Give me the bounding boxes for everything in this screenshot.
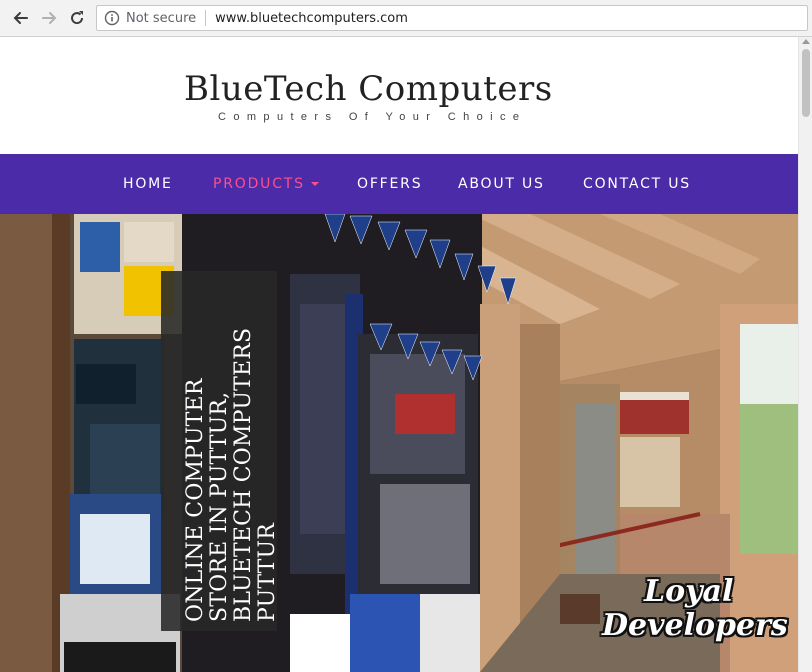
reload-button[interactable] <box>66 7 88 29</box>
menu-item-label: PRODUCTS <box>213 176 305 192</box>
site-tagline: Computers Of Your Choice <box>218 111 527 123</box>
menu-item-home[interactable]: HOME <box>123 154 173 214</box>
reload-icon <box>71 11 84 25</box>
hero-slider: ONLINE COMPUTER STORE IN PUTTUR, BLUETEC… <box>0 214 798 672</box>
site-title[interactable]: BlueTech Computers <box>184 69 553 109</box>
watermark-line-1: Loyal <box>644 574 734 609</box>
main-menu: HOME PRODUCTS OFFERS ABOUT US CONTACT US <box>0 154 798 214</box>
hero-heading: ONLINE COMPUTER STORE IN PUTTUR, BLUETEC… <box>183 327 280 622</box>
scrollbar-thumb[interactable] <box>802 49 810 117</box>
menu-item-offers[interactable]: OFFERS <box>357 154 422 214</box>
security-label: Not secure <box>126 10 197 26</box>
page-scrollbar[interactable] <box>798 37 812 672</box>
site-header: BlueTech Computers Computers Of Your Cho… <box>0 37 798 154</box>
info-icon[interactable] <box>104 10 120 26</box>
forward-button[interactable] <box>38 7 60 29</box>
page-viewport: BlueTech Computers Computers Of Your Cho… <box>0 37 798 672</box>
loyal-developers-watermark: Loyal Developers <box>596 574 788 654</box>
address-bar[interactable]: Not secure www.bluetechcomputers.com <box>96 5 808 31</box>
hero-caption: ONLINE COMPUTER STORE IN PUTTUR, BLUETEC… <box>183 302 280 622</box>
menu-item-label: CONTACT US <box>583 176 691 192</box>
menu-item-products[interactable]: PRODUCTS <box>213 154 319 214</box>
address-divider <box>205 10 207 26</box>
url-text[interactable]: www.bluetechcomputers.com <box>215 11 408 26</box>
menu-item-about-us[interactable]: ABOUT US <box>458 154 545 214</box>
forward-arrow-icon <box>42 12 57 24</box>
menu-item-label: HOME <box>123 176 173 192</box>
browser-toolbar: Not secure www.bluetechcomputers.com <box>0 0 812 37</box>
back-arrow-icon <box>13 12 28 24</box>
menu-item-label: OFFERS <box>357 176 423 192</box>
menu-item-label: ABOUT US <box>458 176 545 192</box>
menu-item-contact-us[interactable]: CONTACT US <box>583 154 691 214</box>
watermark-line-2: Developers <box>602 608 788 643</box>
scroll-up-arrow-icon[interactable] <box>802 39 810 44</box>
caret-down-icon <box>310 182 319 186</box>
back-button[interactable] <box>10 7 32 29</box>
